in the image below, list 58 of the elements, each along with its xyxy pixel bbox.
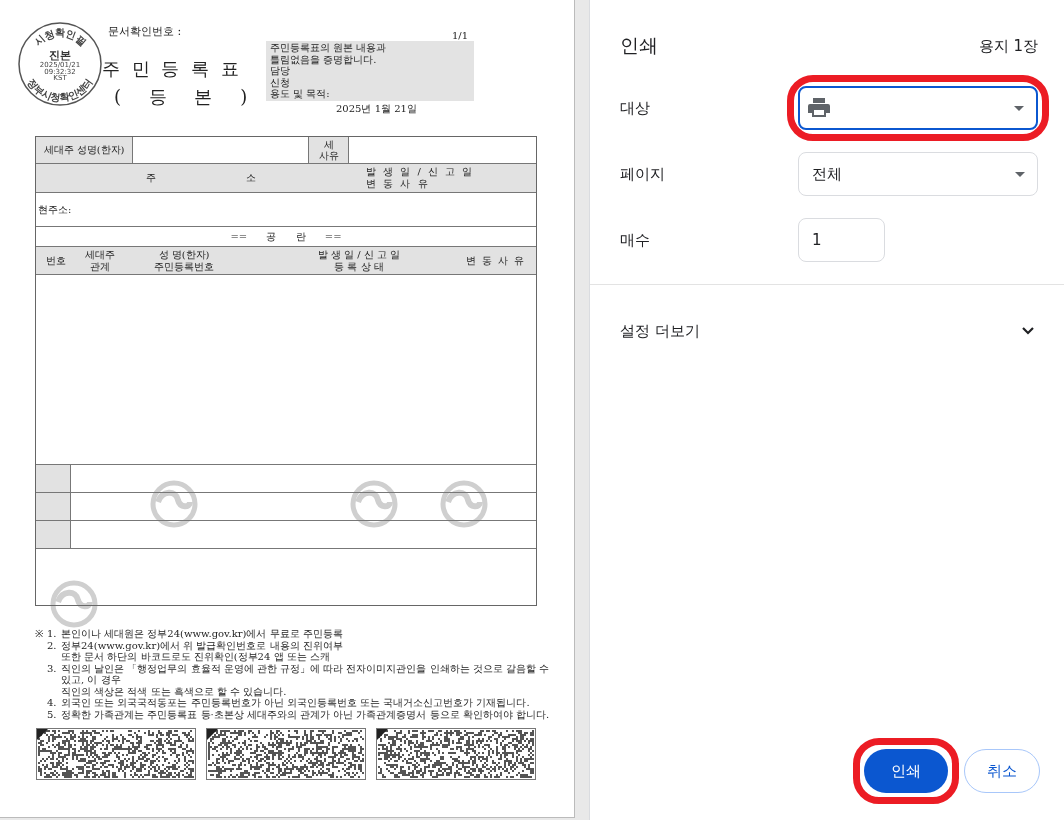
emblem-watermark-icon (150, 480, 198, 528)
table-header-text: 주민등록번호 (154, 260, 214, 273)
emblem-watermark-icon (50, 580, 98, 628)
cancel-button[interactable]: 취소 (964, 749, 1040, 793)
printer-icon (808, 98, 830, 118)
note-number: 3. (47, 662, 58, 676)
table-header-text: 변 동 사 유 (465, 254, 525, 267)
table-header-cell: 세대주 성명(한자) (36, 137, 133, 163)
note-mark: ※ (35, 628, 44, 641)
note-text: 정부24(www.gov.kr)에서 위 발급확인번호로 내용의 진위여부 (61, 639, 344, 651)
pages-select[interactable]: 전체 (798, 152, 1038, 196)
certification-text: 신청 (270, 76, 291, 88)
table-header-text: 세 (323, 139, 334, 150)
more-settings-toggle[interactable]: 설정 더보기 (590, 321, 1064, 341)
confirmation-number-label: 문서확인번호 : (108, 24, 183, 39)
note-number: 5. (47, 708, 58, 720)
setting-label: 매수 (620, 230, 651, 250)
dropdown-arrow-icon (1015, 171, 1025, 177)
blank-marker: == 공 란 == (230, 229, 342, 244)
table-header-text: 변 동 사 유 (366, 178, 429, 190)
table-header-text: 발 생 일 / 신 고 일 (366, 166, 474, 178)
setting-label: 페이지 (620, 164, 666, 184)
certification-text: 틀림없음을 증명합니다. (270, 53, 378, 65)
document-subtitle: ( 등 본 ) (114, 85, 249, 109)
note-text: 외국인 또는 외국국적동포는 주민등록번호가 아닌 외국인등록번호 또는 국내거소신고번호가 기재됩니다. (61, 697, 531, 709)
certification-text: 주민등록표의 원본 내용과 (270, 42, 388, 54)
note-text: 직인의 날인은 「행정업무의 효율적 운영에 관한 규정」에 따라 전자이미지관인을 인쇄하는 것으로 갈음할 수 있고, 이 경우 (61, 662, 550, 686)
issue-date: 2025년 1월 21일 (336, 101, 418, 116)
note-text: 또한 문서 하단의 바코드로도 진위확인(정부24 앱 또는 스캐 (61, 651, 331, 663)
table-header-text: 관계 (90, 260, 110, 273)
certification-text: 용도 및 목적: (270, 88, 331, 100)
print-button[interactable]: 인쇄 (864, 749, 948, 793)
table-header-text: 사유 (318, 150, 339, 161)
certification-text: 담당 (270, 65, 291, 77)
document-title: 주 민 등 록 표 (102, 57, 240, 81)
emblem-watermark-icon (440, 480, 488, 528)
setting-label: 대상 (620, 98, 651, 118)
emblem-watermark-icon (350, 480, 398, 528)
dialog-title: 인쇄 (620, 33, 658, 58)
table-header-text: 소 (246, 171, 256, 185)
note-number: 2. (47, 639, 58, 653)
table-header-text: 발 생 일 / 신 고 일 (317, 248, 401, 261)
note-text: 정확한 가족관계는 주민등록표 등·초본상 세대주와의 관계가 아닌 가족관계증명서 등으로 확인하여야 합니다. (61, 708, 550, 720)
table-header-text: 주 (146, 171, 156, 185)
note-number: 1. (47, 628, 58, 640)
destination-select[interactable] (798, 86, 1038, 130)
copies-input[interactable]: 1 (798, 218, 885, 262)
table-header-text: 세대주 (85, 248, 115, 261)
page-number: 1/1 (451, 30, 468, 41)
table-header-text: 성 명(한자) (158, 248, 210, 261)
dropdown-arrow-icon (1014, 105, 1024, 111)
note-text: 본인이나 세대원은 정부24(www.gov.kr)에서 무료로 주민등록 (61, 628, 344, 640)
current-address-label: 현주소: (38, 202, 72, 217)
note-text: 직인의 색상은 적색 또는 흑색으로 할 수 있습니다. (61, 685, 288, 697)
sheet-count: 용지 1장 (978, 36, 1038, 56)
note-number: 4. (47, 697, 58, 709)
table-header-text: 번호 (46, 254, 66, 267)
table-header-text: 등 록 상 태 (334, 260, 384, 273)
